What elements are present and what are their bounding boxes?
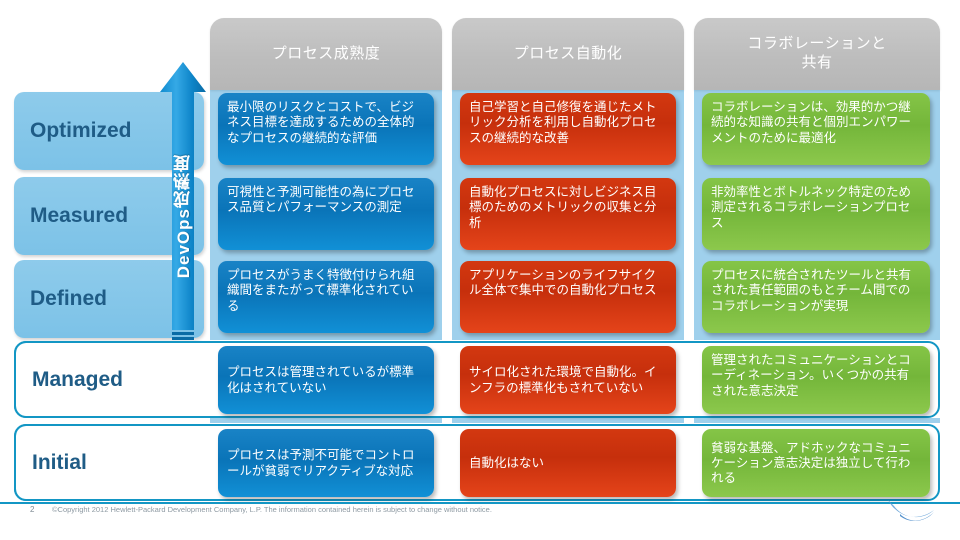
cell-initial-process-maturity: プロセスは予測不可能でコントロールが貧弱でリアクティブな対応 xyxy=(218,429,434,497)
cell-text: 自動化プロセスに対しビジネス目標のためのメトリックの収集と分析 xyxy=(469,185,657,230)
cell-measured-process-maturity: 可視性と予測可能性の為にプロセス品質とパフォーマンスの測定 xyxy=(218,178,434,250)
cell-text: 貧弱な基盤、アドホックなコミュニケーション意志決定は独立して行われる xyxy=(711,440,912,486)
cell-managed-process-maturity: プロセスは管理されているが標準化はされていない xyxy=(218,346,434,414)
cell-measured-process-automation: 自動化プロセスに対しビジネス目標のためのメトリックの収集と分析 xyxy=(460,178,676,250)
row-label-text: Initial xyxy=(32,450,87,474)
row-label-text: Defined xyxy=(30,287,108,310)
footer-copyright: ©Copyright 2012 Hewlett-Packard Developm… xyxy=(52,505,492,514)
cell-text: プロセスは予測不可能でコントロールが貧弱でリアクティブな対応 xyxy=(227,448,415,478)
column-header-process-automation: プロセス自動化 xyxy=(452,18,684,90)
cell-defined-process-automation: アプリケーションのライフサイクル全体で集中での自動化プロセス xyxy=(460,261,676,333)
cell-optimized-process-automation: 自己学習と自己修復を通じたメトリック分析を利用し自動化プロセスの継続的な改善 xyxy=(460,93,676,165)
cell-text: 可視性と予測可能性の為にプロセス品質とパフォーマンスの測定 xyxy=(227,185,415,215)
cell-text: プロセスがうまく特徴付けられ組織間をまたがって標準化されている xyxy=(227,268,415,313)
cell-text: 自己学習と自己修復を通じたメトリック分析を利用し自動化プロセスの継続的な改善 xyxy=(469,100,657,145)
column-header-label: プロセス自動化 xyxy=(513,44,623,62)
row-label-text: Managed xyxy=(32,367,124,391)
row-label-managed: Managed xyxy=(14,341,204,418)
cell-text: 非効率性とボトルネック特定のため測定されるコラボレーションプロセス xyxy=(711,185,912,230)
column-header-label: コラボレーションと 共有 xyxy=(747,35,887,71)
cell-text: コラボレーションは、効果的かつ継続的な知識の共有と個別エンパワーメントのために最… xyxy=(711,100,912,145)
column-header-process-maturity: プロセス成熟度 xyxy=(210,18,442,90)
cell-text: 最小限のリスクとコストで、ビジネス目標を達成するための全体的なプロセスの継続的な… xyxy=(227,100,415,145)
row-label-initial: Initial xyxy=(14,424,204,501)
column-header-collaboration: コラボレーションと 共有 xyxy=(694,18,940,90)
footer-page-number: 2 xyxy=(30,505,35,514)
cell-initial-process-automation: 自動化はない xyxy=(460,429,676,497)
cell-optimized-process-maturity: 最小限のリスクとコストで、ビジネス目標を達成するための全体的なプロセスの継続的な… xyxy=(218,93,434,165)
cell-managed-collaboration: 管理されたコミュニケーションとコーディネーション。いくつかの共有された意志決定 xyxy=(702,346,930,414)
cell-text: 自動化はない xyxy=(469,455,545,470)
maturity-arrow-icon xyxy=(160,62,206,340)
cell-text: プロセスに統合されたツールと共有された責任範囲のもとチーム間でのコラボレーション… xyxy=(711,268,912,313)
cell-text: プロセスは管理されているが標準化はされていない xyxy=(227,365,415,395)
cell-optimized-collaboration: コラボレーションは、効果的かつ継続的な知識の共有と個別エンパワーメントのために最… xyxy=(702,93,930,165)
cell-text: 管理されたコミュニケーションとコーディネーション。いくつかの共有された意志決定 xyxy=(711,353,911,398)
column-header-label: プロセス成熟度 xyxy=(271,44,381,62)
cell-text: サイロ化された環境で自動化。インフラの標準化もされていない xyxy=(469,365,657,395)
row-label-text: Optimized xyxy=(30,119,132,142)
row-label-text: Measured xyxy=(30,204,129,227)
cell-defined-process-maturity: プロセスがうまく特徴付けられ組織間をまたがって標準化されている xyxy=(218,261,434,333)
cell-defined-collaboration: プロセスに統合されたツールと共有された責任範囲のもとチーム間でのコラボレーション… xyxy=(702,261,930,333)
hp-swirl-logo-icon xyxy=(888,500,934,521)
cell-measured-collaboration: 非効率性とボトルネック特定のため測定されるコラボレーションプロセス xyxy=(702,178,930,250)
cell-managed-process-automation: サイロ化された環境で自動化。インフラの標準化もされていない xyxy=(460,346,676,414)
slide-canvas: プロセス成熟度 プロセス自動化 コラボレーションと 共有 Optimized M… xyxy=(0,0,960,540)
cell-text: アプリケーションのライフサイクル全体で集中での自動化プロセス xyxy=(469,268,657,298)
cell-initial-collaboration: 貧弱な基盤、アドホックなコミュニケーション意志決定は独立して行われる xyxy=(702,429,930,497)
